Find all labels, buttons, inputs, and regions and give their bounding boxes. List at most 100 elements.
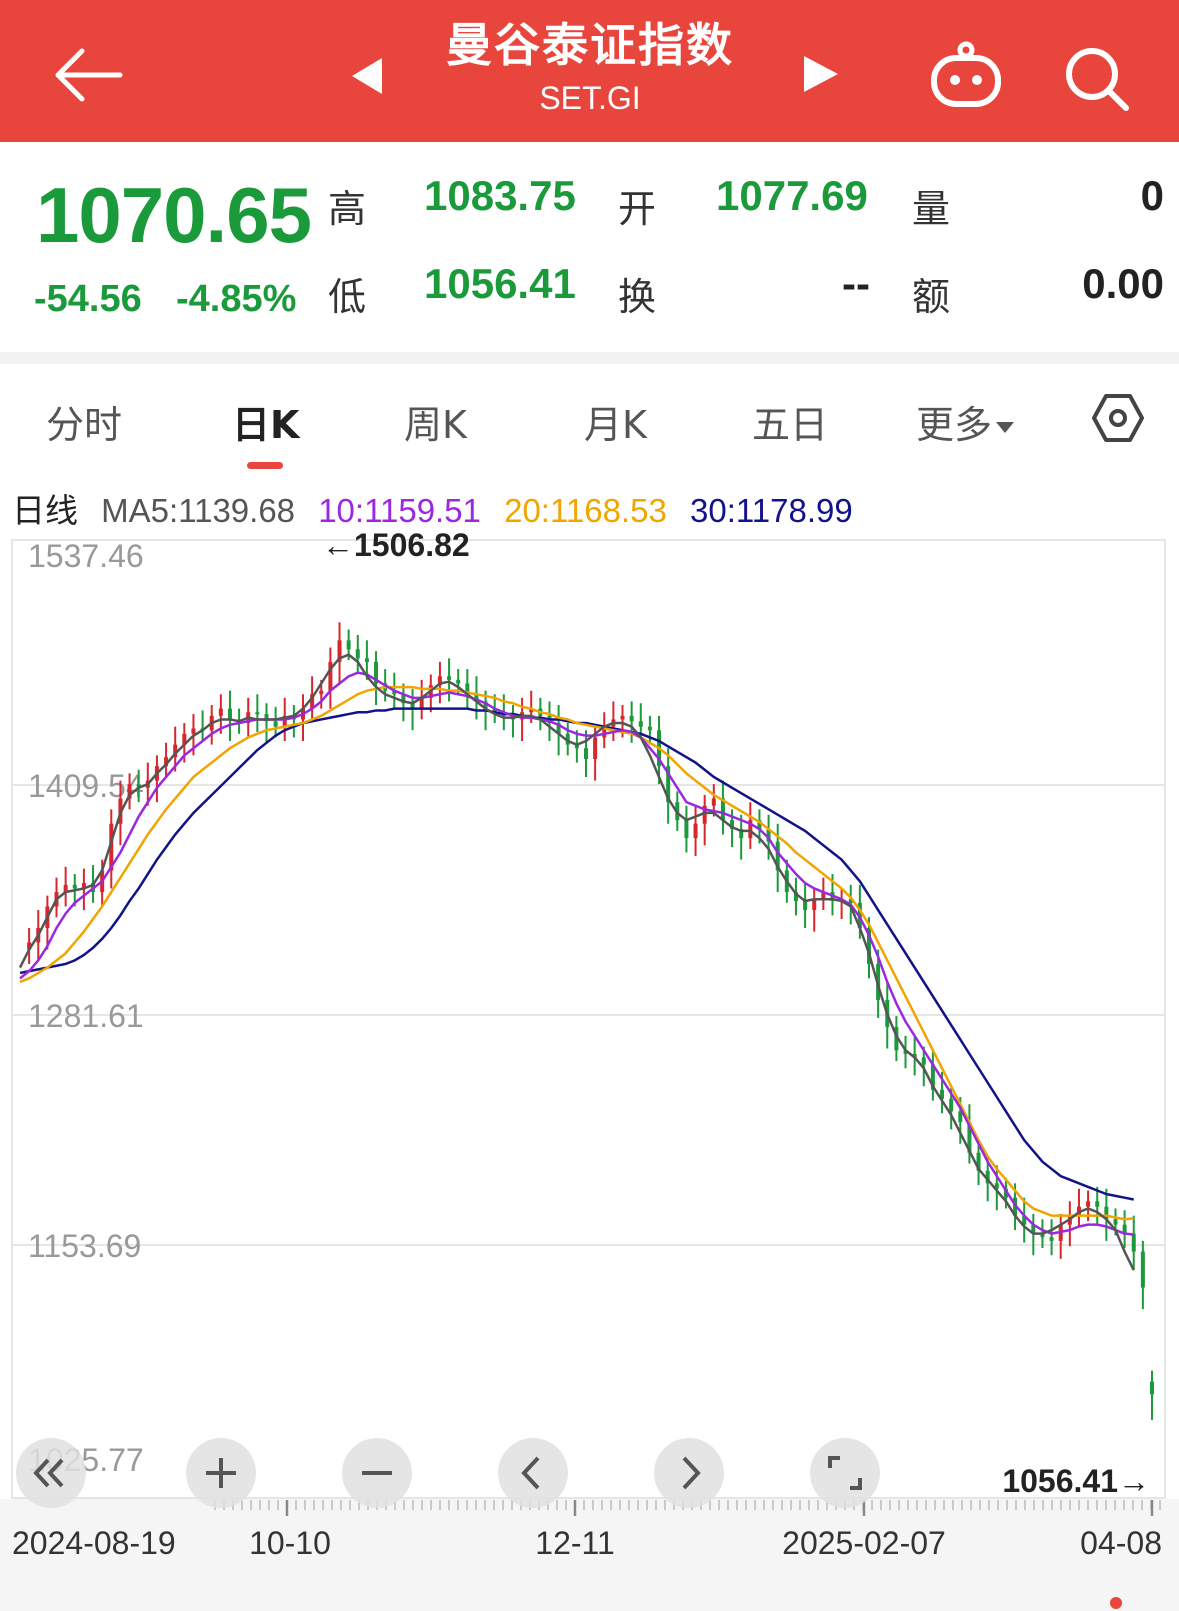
high-value: 1083.75 [424,172,576,219]
candle-body [647,726,652,731]
last-price: 1070.65 [36,171,312,259]
candle-body [1086,1201,1091,1207]
volume-value: 0 [1140,172,1164,219]
candle-body [593,737,598,759]
candle-body [711,798,716,806]
active-tab-indicator [247,462,283,469]
section-divider [0,352,1179,364]
x-tick-label: 04-08 [1080,1525,1162,1561]
tab-intraday[interactable]: 分时 [46,394,122,449]
ma-period-label: 日线 [12,492,78,529]
tab-monthly-k[interactable]: 月K [584,394,647,449]
minus-icon [362,1471,392,1475]
fullscreen-button[interactable] [810,1438,880,1508]
min-annotation: 1056.41→ [1002,1463,1150,1499]
plus-icon [206,1458,236,1488]
candle-body [620,715,625,720]
chevron-down-icon [996,422,1015,433]
tab-daily-k[interactable]: 日K [232,394,299,449]
high-label: 高 [328,187,367,231]
turnover-value: -- [842,260,870,307]
low-value: 1056.41 [424,260,576,307]
y-tick-label: 1281.61 [28,998,144,1034]
candle-body [949,1098,954,1112]
ma20-value: 20:1168.53 [504,492,667,529]
candle-body [355,649,360,659]
tab-more[interactable]: 更多 [916,394,1015,449]
plot-frame [11,539,1166,1499]
chevron-left-icon [521,1456,540,1490]
candle-body [456,679,461,684]
low-label: 低 [328,275,367,319]
robot-icon[interactable] [928,40,1004,110]
x-tick-label: 2024-08-19 [12,1525,176,1561]
candle-body [227,708,232,720]
scroll-left-button[interactable] [498,1438,568,1508]
candle-body [693,823,698,839]
volume-label: 量 [912,187,951,231]
y-tick-label: 1153.69 [28,1228,141,1264]
candle-body [218,708,223,716]
candle-body [584,748,588,759]
ma30-line [19,707,1134,1201]
settings-icon[interactable] [1092,392,1144,444]
candle-body [1150,1381,1154,1395]
tab-five-day[interactable]: 五日 [752,394,828,449]
x-tick-label: 2025-02-07 [782,1525,946,1561]
candle-body [1049,1237,1054,1241]
pagination-dot [1110,1597,1122,1609]
amount-value: 0.00 [1082,260,1164,307]
open-label: 开 [618,187,657,231]
zoom-in-button[interactable] [186,1438,256,1508]
ma20-line [19,685,1134,1221]
chevron-right-icon [682,1456,701,1490]
scroll-to-start-button[interactable] [16,1438,86,1508]
candle-body [812,899,817,911]
quote-panel: 1070.65 -54.56 -4.85% 高 1083.75 开 1077.6… [0,142,1179,352]
candle-body [1113,1219,1118,1225]
ma10-value: 10:1159.51 [318,492,481,529]
price-change: -54.56 [34,278,142,320]
candle-body [72,884,77,889]
prev-triangle-icon[interactable] [352,58,382,94]
max-annotation: ←1506.82 [322,530,470,563]
candle-body [629,715,634,722]
next-triangle-icon[interactable] [804,56,838,92]
candle-body [191,728,196,734]
candle-body [803,901,808,911]
x-tick-label: 12-11 [535,1525,614,1561]
scroll-right-button[interactable] [654,1438,724,1508]
ma30-value: 30:1178.99 [689,492,853,529]
zoom-out-button[interactable] [342,1438,412,1508]
back-arrow-icon[interactable] [48,40,128,110]
kline-chart[interactable]: 1537.461409.541281.611153.691025.77←1506… [0,530,1179,1611]
candle-body [319,690,324,695]
double-chevron-left-icon [33,1458,64,1488]
tab-more-label: 更多 [916,403,993,447]
tab-weekly-k[interactable]: 周K [404,394,467,449]
search-icon[interactable] [1062,44,1132,114]
x-tick-label: 10-10 [249,1525,331,1561]
fullscreen-icon [828,1456,862,1490]
page-title: 曼谷泰证指数 [446,18,734,72]
candle-body [638,721,643,727]
turnover-label: 换 [618,275,657,319]
candle-body [364,658,369,662]
candle-body [447,676,452,680]
candle-body [1095,1201,1100,1207]
amount-label: 额 [912,275,951,319]
candle-body [921,1057,926,1065]
price-change-percent: -4.85% [176,278,297,320]
symbol-code: SET.GI [539,80,641,116]
candle-body [346,640,351,650]
period-tabs: 分时 日K 周K 月K 五日 更多 [0,364,1179,474]
candle-body [684,820,689,839]
ma-legend: 日线 MA5:1139.68 10:1159.51 20:1168.53 30:… [12,484,867,532]
top-bar: 曼谷泰证指数 SET.GI [0,0,1179,142]
candle-body [1140,1251,1145,1288]
title-block: 曼谷泰证指数 SET.GI [390,14,790,120]
candle-body [255,712,260,715]
y-tick-label: 1537.46 [28,538,144,574]
candle-body [273,721,278,727]
ma5-value: MA5:1139.68 [101,492,296,529]
